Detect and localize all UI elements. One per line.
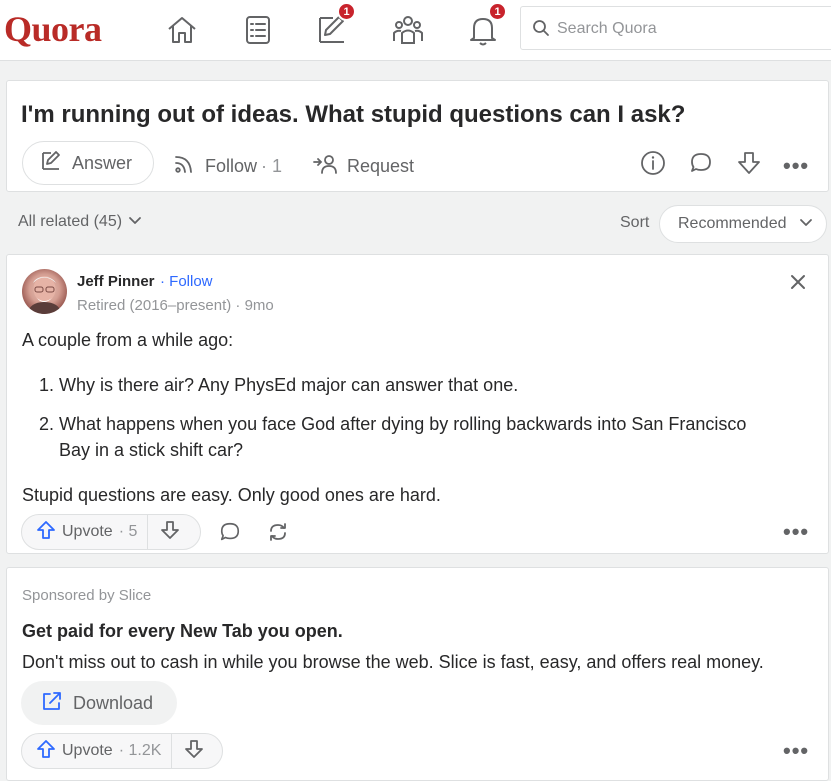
all-related-label: All related (45): [18, 213, 123, 230]
question-title[interactable]: I'm running out of ideas. What stupid qu…: [21, 101, 685, 129]
upvote-count: · 5: [118, 523, 138, 540]
sponsored-ad-card: Sponsored by Slice Get paid for every Ne…: [6, 567, 829, 781]
search-icon: [532, 19, 550, 42]
upvote-arrow-icon: [36, 739, 56, 764]
author-name[interactable]: Jeff Pinner: [77, 273, 155, 290]
follow-count: · 1: [261, 156, 283, 176]
question-card: I'm running out of ideas. What stupid qu…: [6, 80, 829, 192]
comment-icon[interactable]: [219, 521, 241, 548]
ad-headline[interactable]: Get paid for every New Tab you open.: [22, 621, 343, 642]
chevron-down-icon: [128, 213, 142, 231]
sort-label: Sort: [620, 214, 650, 231]
downvote-button[interactable]: [172, 734, 216, 768]
list-item-text: What happens when you face God after dyi…: [59, 414, 747, 434]
quora-logo[interactable]: Quora: [4, 8, 102, 50]
ad-body: Don't miss out to cash in while you brow…: [22, 652, 764, 672]
follow-author-link[interactable]: · Follow: [160, 273, 213, 290]
avatar[interactable]: [22, 269, 67, 314]
home-icon[interactable]: [162, 10, 202, 50]
external-link-icon: [41, 690, 63, 717]
downvote-arrow-icon: [160, 520, 180, 545]
more-options-icon[interactable]: •••: [783, 738, 809, 764]
spaces-people-icon[interactable]: [388, 10, 428, 50]
answer-badge: 1: [337, 2, 356, 21]
following-feed-icon[interactable]: [238, 10, 278, 50]
answer-label: Answer: [72, 152, 133, 173]
vote-group: Upvote · 1.2K: [21, 733, 223, 769]
answer-closing: Stupid questions are easy. Only good one…: [22, 485, 441, 505]
downvote-arrow-icon: [184, 739, 204, 764]
comment-icon[interactable]: [685, 147, 717, 179]
pencil-icon: [40, 150, 62, 177]
list-item-number: 1.: [39, 375, 55, 395]
share-reshare-icon[interactable]: [267, 521, 289, 548]
sponsor-label[interactable]: Sponsored by Slice: [22, 587, 151, 604]
upvote-button[interactable]: Upvote · 5: [22, 515, 149, 549]
vote-group: Upvote · 5: [21, 514, 201, 550]
upvote-label: Upvote: [62, 523, 113, 540]
search-input[interactable]: [555, 17, 831, 41]
answer-button[interactable]: Answer: [22, 141, 154, 185]
upvote-button[interactable]: Upvote · 1.2K: [22, 734, 173, 768]
list-item-number: 2.: [39, 414, 55, 434]
notifications-badge: 1: [488, 2, 507, 21]
list-item-text-continued: Bay in a stick shift car?: [59, 440, 244, 460]
sort-value: Recommended: [678, 215, 787, 232]
upvote-label: Upvote: [62, 742, 113, 759]
chevron-down-icon: [799, 215, 813, 233]
info-icon[interactable]: [637, 147, 669, 179]
more-options-icon[interactable]: •••: [783, 519, 809, 545]
list-item-text: Why is there air? Any PhysEd major can a…: [59, 375, 519, 395]
follow-label: Follow: [205, 156, 258, 176]
more-options-icon[interactable]: •••: [783, 153, 809, 179]
answer-card: Jeff Pinner · Follow Retired (2016–prese…: [6, 254, 829, 554]
upvote-count: · 1.2K: [118, 742, 162, 759]
follow-question-button[interactable]: Follow · 1: [173, 153, 282, 180]
close-icon[interactable]: [785, 269, 811, 295]
search-box[interactable]: [520, 6, 831, 50]
sort-dropdown[interactable]: Recommended: [659, 205, 827, 243]
request-person-icon: [313, 153, 339, 180]
downvote-icon[interactable]: [733, 147, 765, 179]
answer-pencil-icon[interactable]: 1: [312, 2, 356, 50]
answer-intro: A couple from a while ago:: [22, 330, 234, 350]
request-button[interactable]: Request: [313, 153, 414, 180]
upvote-arrow-icon: [36, 520, 56, 545]
rss-follow-icon: [173, 153, 195, 180]
top-navigation-bar: Quora 1 1: [0, 0, 831, 61]
notifications-bell-icon[interactable]: 1: [463, 2, 507, 50]
download-label: Download: [73, 692, 154, 713]
download-button[interactable]: Download: [21, 681, 177, 725]
all-related-filter[interactable]: All related (45): [18, 213, 142, 231]
downvote-button[interactable]: [148, 515, 192, 549]
request-label: Request: [347, 156, 415, 176]
author-credential: Retired (2016–present) · 9mo: [77, 297, 274, 314]
